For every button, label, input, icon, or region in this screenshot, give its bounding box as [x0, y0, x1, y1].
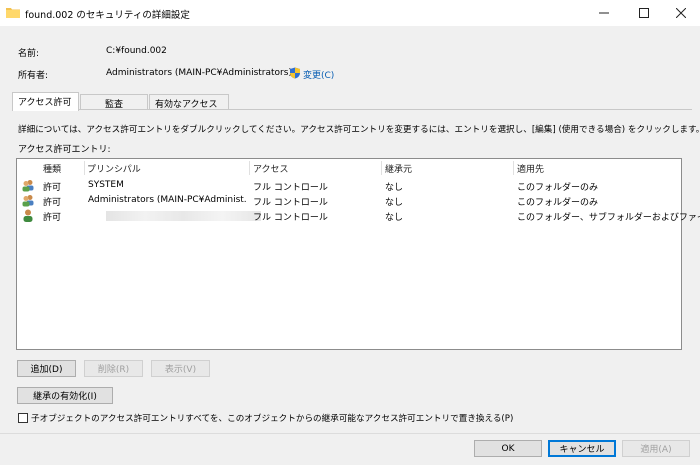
entry-type: 許可	[43, 183, 62, 193]
enable-inheritance-button[interactable]: 継承の有効化(I)	[17, 387, 113, 404]
table-row[interactable]: 許可 フル コントロール なし このフォルダー、サブフォルダーおよびファイル	[18, 209, 700, 223]
replace-child-permissions-label[interactable]: 子オブジェクトのアクセス許可エントリすべてを、このオブジェクトからの継承可能なア…	[31, 412, 513, 424]
entry-type: 許可	[43, 198, 62, 208]
column-divider	[381, 161, 382, 175]
redacted-principal	[106, 211, 261, 221]
tab-auditing[interactable]: 監査	[80, 94, 148, 110]
tab-permissions[interactable]: アクセス許可	[12, 92, 79, 111]
cancel-button[interactable]: キャンセル	[548, 440, 616, 457]
remove-button[interactable]: 削除(R)	[84, 360, 143, 377]
column-divider	[513, 161, 514, 175]
tab-panel-border	[12, 109, 692, 110]
permission-entries-label: アクセス許可エントリ:	[18, 145, 111, 155]
entry-principal: SYSTEM	[88, 180, 124, 190]
column-header-applies-to[interactable]: 適用先	[517, 162, 544, 176]
entry-inherited-from: なし	[385, 213, 404, 223]
column-divider	[249, 161, 250, 175]
column-header-inherited-from[interactable]: 継承元	[385, 162, 412, 176]
group-icon	[22, 195, 34, 207]
apply-button[interactable]: 適用(A)	[622, 440, 690, 457]
table-row[interactable]: 許可 Administrators (MAIN-PC¥Administ... フ…	[18, 194, 680, 208]
column-divider	[84, 161, 85, 175]
entry-inherited-from: なし	[385, 183, 404, 193]
entry-principal: Administrators (MAIN-PC¥Administ...	[88, 195, 246, 205]
close-icon	[676, 8, 686, 18]
entry-inherited-from: なし	[385, 198, 404, 208]
entry-type: 許可	[43, 213, 62, 223]
user-icon	[23, 209, 33, 222]
name-value: C:¥found.002	[106, 46, 167, 56]
column-header-access[interactable]: アクセス	[253, 162, 289, 176]
name-label: 名前:	[18, 49, 40, 59]
entry-applies-to: このフォルダーのみ	[517, 183, 599, 193]
tab-effective-access[interactable]: 有効なアクセス	[149, 94, 229, 110]
view-button[interactable]: 表示(V)	[151, 360, 210, 377]
entry-access: フル コントロール	[253, 198, 328, 208]
permission-entries-list[interactable]: 種類 プリンシパル アクセス 継承元 適用先 許可 SYSTEM フル コントロ…	[16, 158, 700, 350]
table-row[interactable]: 許可 SYSTEM フル コントロール なし このフォルダーのみ	[18, 179, 680, 193]
owner-value: Administrators (MAIN-PC¥Administrators)	[106, 68, 292, 78]
entry-access: フル コントロール	[253, 213, 328, 223]
replace-child-permissions-checkbox[interactable]	[18, 413, 28, 423]
entry-applies-to: このフォルダー、サブフォルダーおよびファイル	[517, 213, 700, 223]
window-title: found.002 のセキュリティの詳細設定	[25, 10, 190, 21]
minimize-button[interactable]	[585, 0, 623, 26]
close-button[interactable]	[662, 0, 700, 26]
owner-label: 所有者:	[18, 71, 49, 81]
column-header-principal[interactable]: プリンシパル	[87, 162, 141, 176]
folder-icon	[6, 8, 20, 18]
title-bar: found.002 のセキュリティの詳細設定	[0, 0, 700, 26]
change-owner-link[interactable]: 変更(C)	[303, 68, 334, 81]
maximize-button[interactable]	[625, 0, 663, 26]
entry-access: フル コントロール	[253, 183, 328, 193]
ok-button[interactable]: OK	[474, 440, 542, 457]
group-icon	[22, 180, 34, 192]
column-header-type[interactable]: 種類	[43, 162, 61, 176]
maximize-icon	[639, 8, 649, 18]
permissions-description: 詳細については、アクセス許可エントリをダブルクリックしてください。アクセス許可エ…	[18, 125, 700, 135]
add-button[interactable]: 追加(D)	[17, 360, 76, 377]
minimize-icon	[599, 12, 609, 14]
entry-applies-to: このフォルダーのみ	[517, 198, 599, 208]
shield-icon	[290, 67, 300, 79]
